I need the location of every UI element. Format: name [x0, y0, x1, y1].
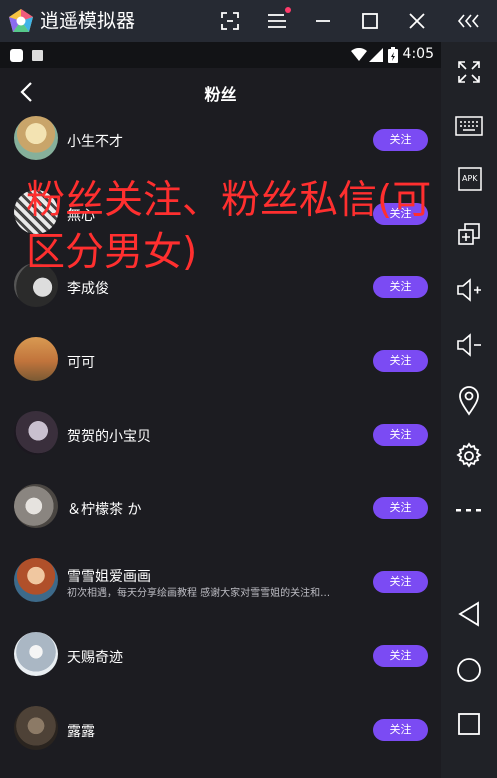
fan-description: 初次相遇，每天分享绘画教程 感谢大家对雪雪姐的关注和… — [67, 588, 331, 599]
list-item[interactable]: 贺贺的小宝贝 关注 — [0, 411, 441, 485]
fan-name[interactable]: 露露 — [67, 721, 95, 741]
follow-button[interactable]: 关注 — [373, 571, 428, 593]
fan-name[interactable]: 贺贺的小宝贝 — [67, 426, 151, 446]
volume-up-icon[interactable] — [441, 270, 497, 310]
follow-button[interactable]: 关注 — [373, 497, 428, 519]
volume-down-icon[interactable] — [441, 325, 497, 365]
follow-button[interactable]: 关注 — [373, 350, 428, 372]
maximize-icon[interactable] — [355, 6, 385, 36]
list-item[interactable]: ＆柠檬茶 か 关注 — [0, 484, 441, 558]
list-item[interactable]: 小生不才 关注 — [0, 116, 441, 190]
avatar[interactable] — [14, 116, 58, 160]
list-item[interactable]: 天赐奇迹 关注 — [0, 632, 441, 706]
screenshot-frame-icon[interactable] — [215, 6, 245, 36]
signal-icon — [369, 48, 383, 62]
battery-icon — [388, 47, 398, 63]
android-status-bar: 4:05 — [0, 42, 441, 68]
wifi-icon — [351, 48, 367, 61]
menu-icon[interactable] — [262, 6, 292, 36]
list-item[interactable]: 李成俊 关注 — [0, 263, 441, 337]
follow-button[interactable]: 关注 — [373, 276, 428, 298]
collapse-sidebar-icon[interactable] — [455, 6, 485, 36]
fullscreen-icon[interactable] — [441, 52, 497, 92]
emulator-title: 逍遥模拟器 — [40, 10, 136, 32]
list-item[interactable]: 可可 关注 — [0, 337, 441, 411]
follow-button[interactable]: 关注 — [373, 719, 428, 741]
list-item[interactable]: 雪雪姐爱画画 初次相遇，每天分享绘画教程 感谢大家对雪雪姐的关注和… 关注 — [0, 558, 441, 632]
fan-name[interactable]: 小生不才 — [67, 131, 123, 151]
avatar[interactable] — [14, 632, 58, 676]
follow-button[interactable]: 关注 — [373, 424, 428, 446]
more-icon[interactable] — [441, 490, 497, 530]
follow-button[interactable]: 关注 — [373, 129, 428, 151]
fan-name[interactable]: 天赐奇迹 — [67, 647, 123, 667]
multi-window-icon[interactable] — [441, 214, 497, 254]
avatar[interactable] — [14, 337, 58, 381]
follow-button[interactable]: 关注 — [373, 645, 428, 667]
apk-install-icon[interactable]: APK — [441, 160, 497, 200]
avatar[interactable] — [14, 263, 58, 307]
emulator-sidebar: APK — [441, 42, 497, 778]
android-home-icon[interactable] — [441, 650, 497, 690]
fan-name[interactable]: ＆柠檬茶 か — [67, 499, 141, 519]
avatar[interactable] — [14, 706, 58, 750]
notification-dot — [285, 7, 291, 13]
fan-name[interactable]: 雪雪姐爱画画 — [67, 566, 151, 586]
emulator-titlebar: 逍遥模拟器 — [0, 0, 497, 42]
status-time: 4:05 — [402, 46, 434, 62]
location-icon[interactable] — [441, 381, 497, 421]
follow-button[interactable]: 关注 — [373, 203, 428, 225]
page-header: 粉丝 — [0, 68, 441, 116]
list-item[interactable]: 露露 关注 — [0, 706, 441, 778]
android-screen: 4:05 粉丝 小生不才 关注 無心 关注 李成俊 关注 可可 关注 贺贺的小宝… — [0, 42, 441, 778]
android-back-icon[interactable] — [441, 594, 497, 634]
page-title: 粉丝 — [204, 85, 237, 104]
list-item[interactable]: 無心 关注 — [0, 190, 441, 264]
app-notification-icon — [10, 49, 23, 62]
avatar[interactable] — [14, 558, 58, 602]
fan-name[interactable]: 可可 — [67, 352, 95, 372]
android-recents-icon[interactable] — [441, 704, 497, 744]
close-icon[interactable] — [402, 6, 432, 36]
avatar[interactable] — [14, 411, 58, 455]
font-notification-icon — [32, 50, 43, 61]
minimize-icon[interactable] — [308, 6, 338, 36]
settings-gear-icon[interactable] — [441, 436, 497, 476]
fan-name[interactable]: 李成俊 — [67, 278, 109, 298]
svg-text:APK: APK — [462, 174, 478, 183]
fan-name[interactable]: 無心 — [67, 205, 95, 225]
avatar[interactable] — [14, 190, 58, 234]
avatar[interactable] — [14, 484, 58, 528]
keyboard-icon[interactable] — [441, 106, 497, 146]
memu-logo-icon — [9, 9, 33, 32]
